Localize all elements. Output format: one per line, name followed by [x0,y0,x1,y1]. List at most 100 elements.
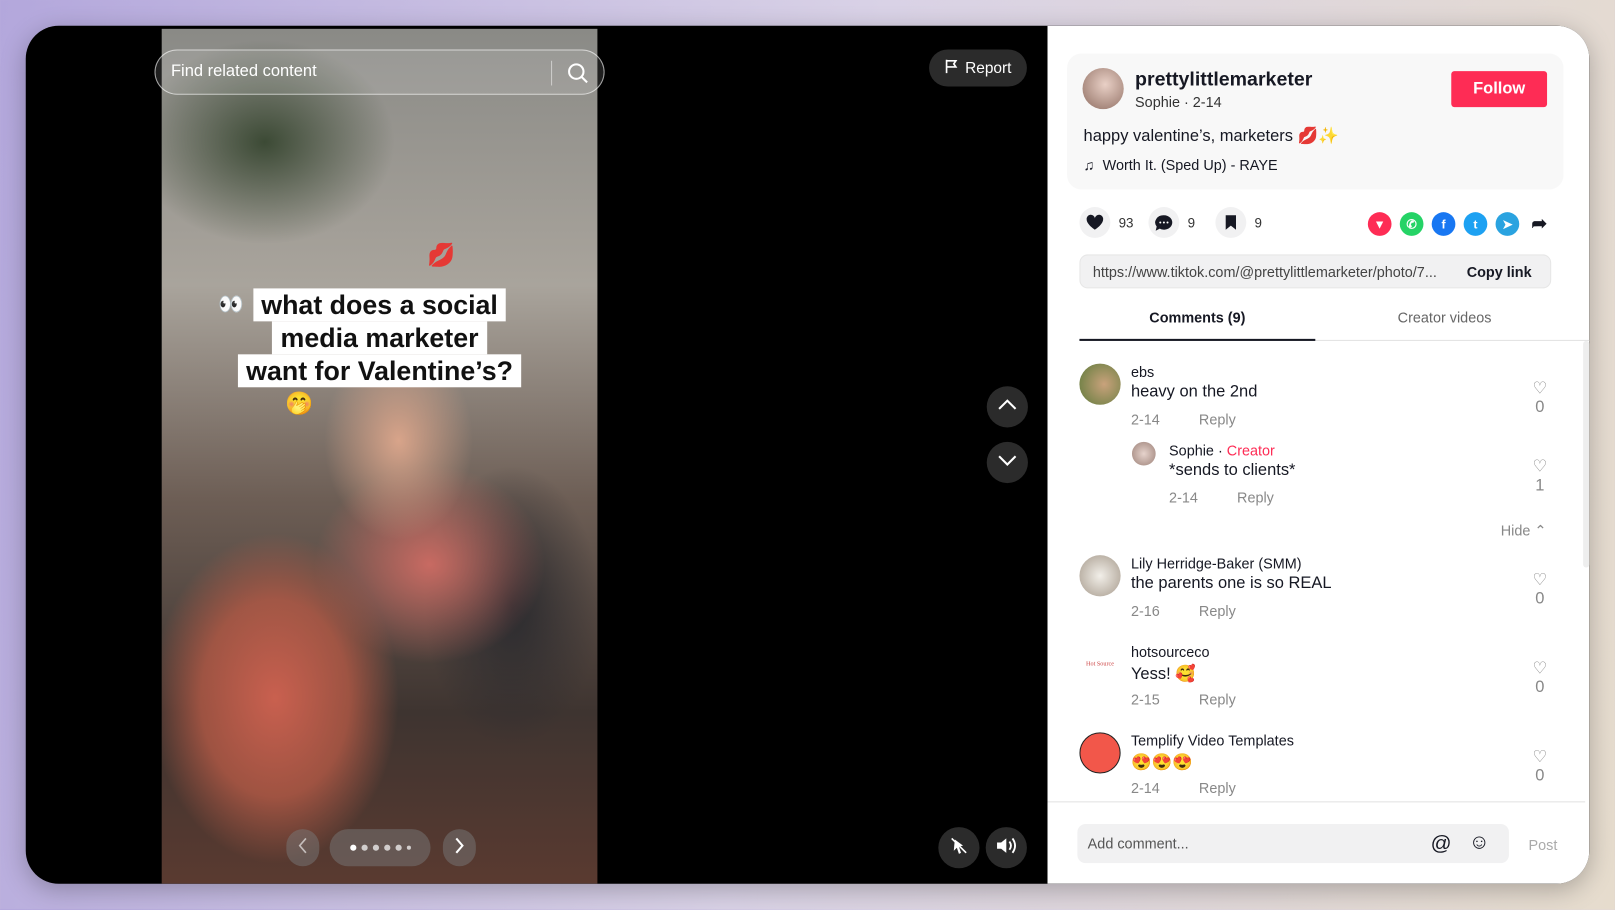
twitter-icon: t [1473,216,1478,232]
comment-like-button[interactable]: ♡ 0 [1524,570,1555,609]
face-emoji: 🤭 [285,390,314,417]
search-icon[interactable] [567,62,590,90]
no-autoscroll-icon [949,835,970,861]
volume-icon [995,835,1018,861]
commenter-name[interactable]: hotsourceco [1131,644,1210,660]
autoscroll-button[interactable] [938,827,980,869]
comment-scrollbar[interactable] [1583,340,1590,568]
save-button[interactable]: 9 [1215,207,1262,238]
mention-icon[interactable]: @ [1431,832,1452,856]
pager-dot[interactable] [372,844,379,851]
comment-like-count: 0 [1535,678,1545,697]
post-comment-button[interactable]: Post [1529,836,1558,852]
next-post-button[interactable] [986,441,1028,484]
more-share-button[interactable]: ➦ [1527,212,1551,236]
twitter-share-button[interactable]: t [1463,212,1488,236]
tab-creator-videos[interactable]: Creator videos [1327,309,1563,325]
commenter-name[interactable]: Sophie [1169,442,1214,458]
emoji-icon[interactable]: ☺ [1469,831,1490,855]
report-label: Report [965,59,1012,77]
comment-input[interactable]: Add comment... @ ☺ [1077,824,1509,864]
comment-text: the parents one is so REAL [1130,574,1332,593]
hide-replies-button[interactable]: Hide ⌃ [1501,522,1547,540]
previous-post-button[interactable] [986,386,1028,428]
creator-badge: Creator [1226,441,1275,459]
reply-button[interactable]: Reply [1199,780,1236,796]
search-input[interactable]: Find related content [154,49,605,95]
comment-like-count: 0 [1535,590,1545,608]
commenter-avatar[interactable] [1131,441,1156,466]
previous-photo-button[interactable] [286,829,320,867]
comment-like-button[interactable]: ♡ 1 [1524,456,1555,495]
telegram-share-button[interactable]: ➤ [1495,212,1520,236]
chevron-down-icon [998,453,1017,472]
heart-outline-icon: ♡ [1532,458,1548,476]
post-description: happy valentine’s, marketers 💋✨ [1083,127,1339,146]
comment-list: ebs heavy on the 2nd 2-14 Reply ♡ 0 Sophi… [1047,341,1586,803]
commenter-avatar[interactable]: Hot Source [1079,643,1121,685]
facebook-icon: f [1441,216,1446,232]
heart-outline-icon: ♡ [1532,571,1548,590]
pager-dot[interactable] [349,844,356,851]
reply-button[interactable]: Reply [1199,411,1236,427]
commenter-avatar[interactable] [1079,363,1121,405]
facebook-share-button[interactable]: f [1431,212,1456,236]
reply-button[interactable]: Reply [1199,691,1236,707]
comment-date: 2-14 [1130,410,1160,428]
comment-date: 2-16 [1130,602,1160,620]
save-count: 9 [1254,214,1262,231]
telegram-icon: ➤ [1502,216,1513,232]
comment-like-button[interactable]: ♡ 0 [1524,658,1555,697]
like-button[interactable]: 93 [1079,207,1133,238]
creator-avatar[interactable] [1082,67,1124,110]
whatsapp-share-button[interactable]: ✆ [1399,212,1424,236]
comment-date: 2-15 [1130,691,1160,708]
commenter-name[interactable]: Templify Video Templates [1131,732,1294,748]
pager-dot[interactable] [395,844,402,851]
volume-button[interactable] [985,827,1027,869]
music-link[interactable]: ♫ Worth It. (Sped Up) - RAYE [1084,157,1278,173]
pager-dot[interactable] [383,844,390,851]
bookmark-icon [1215,207,1247,238]
copy-link-button[interactable]: Copy link [1467,263,1532,279]
heart-outline-icon: ♡ [1532,380,1548,398]
post-link-field[interactable]: https://www.tiktok.com/@prettylittlemark… [1079,254,1552,289]
chevron-up-icon [998,398,1017,417]
reply-button[interactable]: Reply [1199,603,1236,619]
repost-share-button[interactable]: ▼ [1367,212,1392,236]
creator-username[interactable]: prettylittlemarketer [1135,69,1312,92]
reply-button[interactable]: Reply [1237,489,1274,505]
caption-line: want for Valentine’s? [237,354,522,388]
comment-icon [1148,207,1180,238]
commenter-avatar[interactable] [1079,555,1121,597]
photo-pager[interactable] [329,829,431,867]
comment-text: 😍😍😍 [1130,753,1193,772]
pager-dot[interactable] [361,844,368,851]
report-button[interactable]: Report [929,49,1027,87]
comment-like-count: 0 [1535,398,1545,417]
follow-button[interactable]: Follow [1451,71,1548,108]
divider [551,60,553,86]
comment-text: Yess! 🥰 [1130,665,1196,683]
share-arrow-icon: ➦ [1531,213,1548,234]
pager-dot[interactable] [406,845,411,850]
comment-button[interactable]: 9 [1148,207,1195,238]
creator-subtitle: Sophie · 2-14 [1135,93,1222,111]
commenter-name[interactable]: ebs [1131,364,1154,380]
comment-like-count: 1 [1535,476,1545,495]
music-note-icon: ♫ [1083,156,1095,174]
post-info-card: prettylittlemarketer Sophie · 2-14 Follo… [1067,53,1564,190]
heart-outline-icon: ♡ [1532,748,1548,767]
comment-like-button[interactable]: ♡ 0 [1524,378,1555,417]
comment-text: *sends to clients* [1169,461,1296,479]
heart-icon [1079,207,1111,238]
next-photo-button[interactable] [442,829,476,867]
commenter-avatar[interactable] [1079,732,1121,774]
post-photo[interactable]: 💋 👀 what does a social media marketer wan… [161,28,598,884]
comment-like-button[interactable]: ♡ 0 [1524,747,1555,786]
tab-comments[interactable]: Comments (9) [1079,309,1316,341]
panel-tabs: Comments (9) Creator videos [1079,306,1590,341]
send-icon: ▼ [1373,216,1386,232]
commenter-name[interactable]: Lily Herridge-Baker (SMM) [1131,555,1302,571]
post-link-text: https://www.tiktok.com/@prettylittlemark… [1092,263,1437,280]
